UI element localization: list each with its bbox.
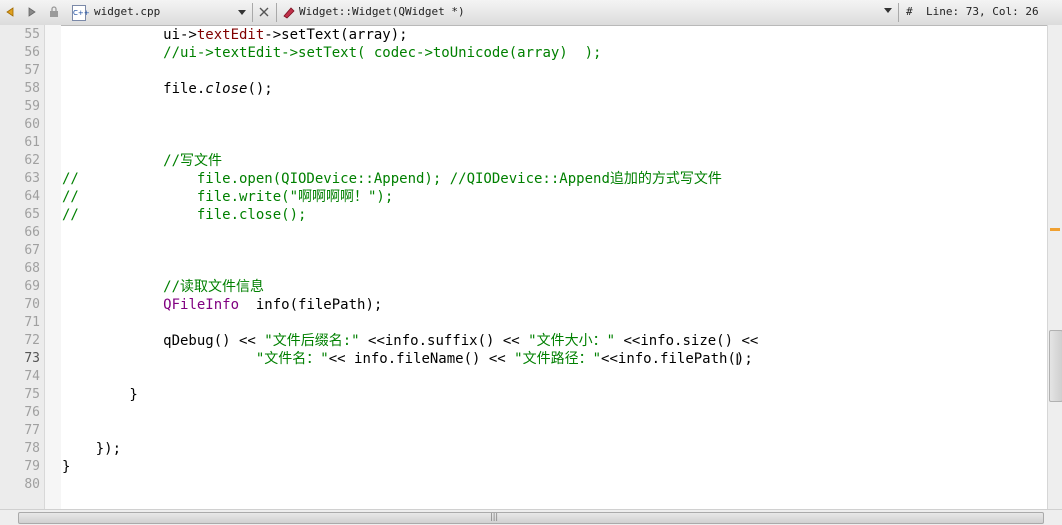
horizontal-scroll-thumb[interactable] (18, 512, 1044, 524)
vertical-scrollbar[interactable] (1047, 25, 1062, 509)
code-line[interactable]: qDebug() << "文件后缀名:" <<info.suffix() << … (62, 332, 758, 350)
lock-icon (46, 4, 62, 20)
file-selector[interactable]: C++ widget.cpp (70, 2, 250, 22)
code-line[interactable]: //写文件 (62, 152, 222, 170)
toolbar-divider (252, 3, 253, 22)
text-cursor-icon: I (735, 350, 740, 369)
line-number-gutter: 55 56 57 58 59 60 61 62 63 64 65 66 67 68 69 70 71 72 73 74… (0, 25, 45, 509)
line-number: 73 (24, 351, 40, 366)
line-number: 68 (24, 261, 40, 276)
code-line[interactable]: }); (62, 440, 121, 458)
vertical-scroll-thumb[interactable] (1049, 330, 1062, 402)
line-number: 76 (24, 405, 40, 420)
code-line[interactable]: // file.close(); (62, 206, 306, 224)
code-line[interactable]: "文件名："<< info.fileName() << "文件路径："<<inf… (62, 350, 753, 368)
code-line[interactable]: // file.open(QIODevice::Append); //QIODe… (62, 170, 722, 188)
code-line[interactable]: // file.write("啊啊啊啊！"); (62, 188, 393, 206)
line-number: 65 (24, 207, 40, 222)
close-icon[interactable] (256, 4, 272, 20)
back-arrow-icon[interactable] (2, 4, 18, 20)
function-selector[interactable]: Widget::Widget(QWidget *) (299, 5, 465, 18)
cpp-file-icon: C++ (72, 5, 90, 21)
line-number: 77 (24, 423, 40, 438)
line-number: 75 (24, 387, 40, 402)
line-number: 59 (24, 99, 40, 114)
line-number: 55 (24, 27, 40, 42)
code-editor[interactable]: ui->textEdit->setText(array); //ui->text… (62, 25, 1048, 509)
cursor-position: Line: 73, Col: 26 (926, 5, 1039, 18)
line-number: 80 (24, 477, 40, 492)
line-number: 79 (24, 459, 40, 474)
code-line[interactable]: QFileInfo info(filePath); (62, 296, 382, 314)
code-line[interactable]: file.close(); (62, 80, 273, 98)
forward-arrow-icon[interactable] (24, 4, 40, 20)
file-name: widget.cpp (94, 5, 161, 18)
chevron-down-icon[interactable] (238, 10, 246, 15)
fold-column (45, 25, 61, 509)
line-number: 69 (24, 279, 40, 294)
line-number: 61 (24, 135, 40, 150)
line-number: 72 (24, 333, 40, 348)
line-number: 58 (24, 81, 40, 96)
line-number: 71 (24, 315, 40, 330)
editor-toolbar: C++ widget.cpp Widget::Widget(QWidget *)… (0, 0, 1062, 26)
line-number: 64 (24, 189, 40, 204)
line-number: 60 (24, 117, 40, 132)
function-icon (281, 4, 297, 20)
scroll-marker (1050, 228, 1060, 231)
horizontal-scrollbar[interactable]: ||| (0, 509, 1062, 525)
line-number: 78 (24, 441, 40, 456)
line-number: 57 (24, 63, 40, 78)
line-number: 70 (24, 297, 40, 312)
toolbar-divider (898, 3, 899, 22)
line-number: 63 (24, 171, 40, 186)
line-number: 67 (24, 243, 40, 258)
line-number: 66 (24, 225, 40, 240)
hash-symbol: # (906, 5, 913, 18)
chevron-down-icon[interactable] (884, 8, 892, 13)
line-number: 74 (24, 369, 40, 384)
code-line[interactable]: } (62, 386, 137, 404)
code-line[interactable]: } (62, 458, 70, 476)
line-number: 62 (24, 153, 40, 168)
line-number: 56 (24, 45, 40, 60)
code-line[interactable]: ui->textEdit->setText(array); (62, 26, 407, 44)
code-line[interactable]: //ui->textEdit->setText( codec->toUnicod… (62, 44, 601, 62)
toolbar-divider (276, 3, 277, 22)
code-line[interactable]: //读取文件信息 (62, 278, 264, 296)
scroll-grip-icon: ||| (490, 512, 499, 521)
